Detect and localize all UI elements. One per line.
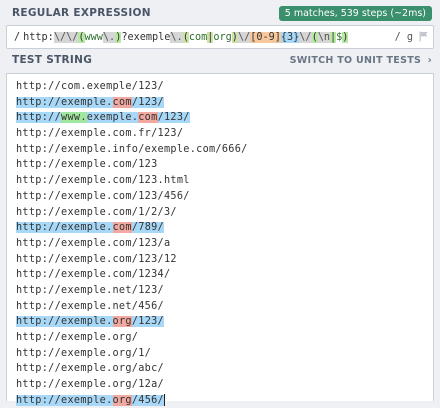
regex-token: ) xyxy=(342,31,349,43)
regex-token: \/ xyxy=(66,31,79,43)
test-section-title: TEST STRING xyxy=(12,54,93,66)
chevron-right-icon: › xyxy=(427,54,432,66)
test-string-line: http://exemple.net/456/ xyxy=(16,299,248,315)
regex-token: www xyxy=(84,31,103,43)
test-string-line: http://exemple.org/ xyxy=(16,330,248,346)
test-string-line: http://exemple.com/123/12 xyxy=(16,252,248,268)
line-text: http://exemple.com/1/2/3/ xyxy=(16,206,177,218)
line-text: http://exemple.com/1234/ xyxy=(16,269,171,281)
regex-token: {3} xyxy=(280,31,300,43)
group-segment: org xyxy=(112,316,132,328)
regex-token: \. xyxy=(102,31,116,43)
test-string-line: http://exemple.org/abc/ xyxy=(16,361,248,377)
match-segment: /123/ xyxy=(131,96,164,108)
line-text: http://exemple.org/abc/ xyxy=(16,363,164,375)
regex-token: \/ xyxy=(237,31,251,43)
line-text: http://com.exemple/123/ xyxy=(16,81,164,92)
test-string-line: http://exemple.com/123 xyxy=(16,157,248,173)
line-text: http://exemple.info/exemple.com/666/ xyxy=(16,143,248,155)
switch-label: SWITCH TO UNIT TESTS xyxy=(289,54,422,66)
regex-token: \/ xyxy=(299,31,312,43)
test-string-line: http://exemple.com/123.html xyxy=(16,173,248,189)
line-text: http://exemple.org/ xyxy=(16,332,139,343)
line-text: http://exemple.com/123/12 xyxy=(16,253,177,265)
regex-token: ?exemple xyxy=(121,31,171,43)
line-text: http://exemple.net/123/ xyxy=(16,284,164,296)
match-segment: http://exemple. xyxy=(16,96,113,108)
match-segment: /123/ xyxy=(157,112,190,124)
test-string-lines: http://com.exemple/123/http://exemple.co… xyxy=(16,79,248,408)
group-segment: com xyxy=(112,222,132,234)
line-text: http://exemple.net/456/ xyxy=(16,300,164,312)
group-segment: com xyxy=(112,96,132,108)
test-string-line: http://exemple.com/1234/ xyxy=(16,267,248,283)
regex-token: [0-9] xyxy=(250,31,281,43)
regex-body[interactable]: http:\/\/(www\.)?exemple\.(com|org)\/[0-… xyxy=(23,31,349,43)
regex-token: http: xyxy=(23,31,54,43)
test-string-line: http://www.exemple.com/123/ xyxy=(16,110,248,126)
line-text: http://exemple.com.fr/123/ xyxy=(16,128,184,140)
test-string-line: http://exemple.com/1/2/3/ xyxy=(16,205,248,221)
test-string-line: http://exemple.info/exemple.com/666/ xyxy=(16,142,248,158)
test-string-line: http://exemple.com/123/ xyxy=(16,95,248,111)
line-text: http://exemple.org/12a/ xyxy=(16,379,164,391)
line-text: http://exemple.com/123/a xyxy=(16,237,171,249)
test-string-line: http://exemple.org/123/ xyxy=(16,314,248,330)
test-string-line: http://exemple.com.fr/123/ xyxy=(16,126,248,142)
line-text: http://exemple.com/123.html xyxy=(16,175,190,187)
match-segment: http://exemple. xyxy=(16,316,113,328)
switch-to-unit-tests-link[interactable]: SWITCH TO UNIT TESTS › xyxy=(290,55,432,66)
test-string-editor[interactable]: http://com.exemple/123/http://exemple.co… xyxy=(6,73,434,406)
regex-token: org xyxy=(213,31,232,43)
regex-token: ( xyxy=(311,31,318,43)
regex-token: \/ xyxy=(53,31,67,43)
regex-open-delimiter: / xyxy=(14,31,21,43)
regex-input[interactable]: / http:\/\/(www\.)?exemple\.(com|org)\/[… xyxy=(6,25,434,49)
line-text: http://exemple.org/1/ xyxy=(16,347,152,359)
test-string-line: http://exemple.com/123/a xyxy=(16,236,248,252)
match-segment: http://exemple. xyxy=(16,394,113,406)
match-segment: http:// xyxy=(16,112,62,124)
test-string-line: http://exemple.com/789/ xyxy=(16,220,248,236)
regex-flags[interactable]: / g xyxy=(395,32,413,43)
regex-token: \n xyxy=(317,31,330,43)
match-segment: /123/ xyxy=(131,316,164,328)
test-string-line: http://exemple.com/123/456/ xyxy=(16,189,248,205)
regex-section-header: REGULAR EXPRESSION 5 matches, 539 steps … xyxy=(0,2,440,24)
regex-token: \. xyxy=(170,31,183,43)
test-section-header: TEST STRING SWITCH TO UNIT TESTS › xyxy=(0,49,440,71)
test-string-line: http://com.exemple/123/ xyxy=(16,79,248,95)
test-string-line: http://exemple.org/456/ xyxy=(16,393,248,408)
regex-token: com xyxy=(188,31,208,43)
match-segment: /456/ xyxy=(131,394,164,406)
flag-icon[interactable] xyxy=(419,31,428,42)
test-string-line: http://exemple.org/1/ xyxy=(16,346,248,362)
line-text: http://exemple.com/123/456/ xyxy=(16,190,190,202)
match-info-badge: 5 matches, 539 steps (~2ms) xyxy=(278,6,432,21)
test-string-line: http://exemple.net/123/ xyxy=(16,283,248,299)
group-segment: www. xyxy=(61,112,87,124)
test-string-line: http://exemple.org/12a/ xyxy=(16,377,248,393)
match-segment: /789/ xyxy=(131,222,164,234)
match-segment: exemple. xyxy=(86,112,139,124)
group-segment: org xyxy=(112,394,132,406)
group-segment: com xyxy=(138,112,158,124)
match-segment: http://exemple. xyxy=(16,222,113,234)
line-text: http://exemple.com/123 xyxy=(16,159,158,171)
regex-section-title: REGULAR EXPRESSION xyxy=(12,7,151,19)
